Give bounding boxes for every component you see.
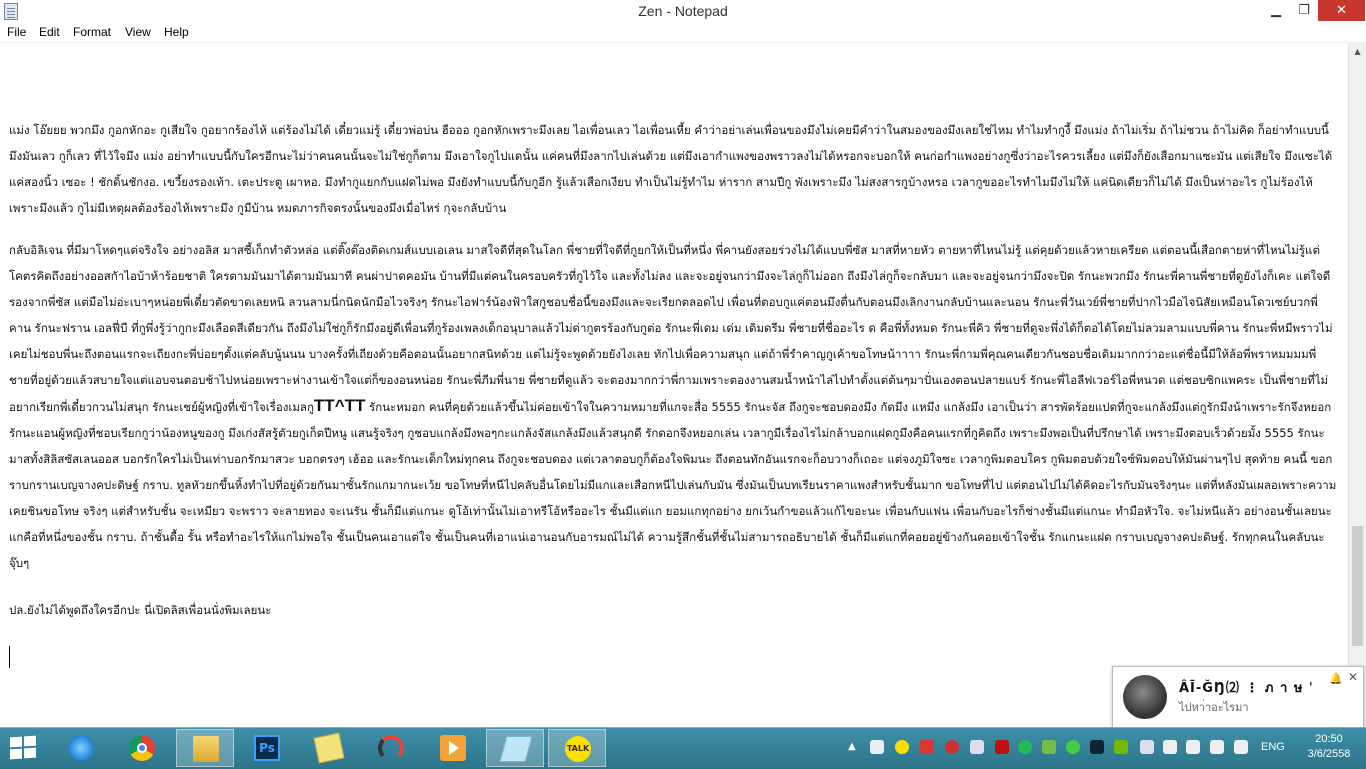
language-indicator[interactable]: ENG: [1261, 741, 1285, 753]
menu-view[interactable]: View: [125, 25, 151, 39]
tray-app-icon-dark[interactable]: [1090, 740, 1104, 754]
nvidia-tray-icon[interactable]: [1114, 740, 1128, 754]
close-button[interactable]: ✕: [1318, 0, 1365, 21]
clock-time: 20:50: [1315, 733, 1343, 745]
text-editor[interactable]: แม่ง โอ๊ยยย พวกมึง กูอกหักอะ กูเสียใจ กู…: [0, 43, 1348, 727]
tray-app-icon-green[interactable]: [1042, 740, 1056, 754]
notepad-icon: [499, 736, 533, 762]
action-center-icon[interactable]: [1163, 740, 1177, 754]
paragraph-2-text: กลับอิลิเจน ที่มีมาโหดๆแต่จริงใจ อย่างอล…: [9, 243, 1333, 414]
volume-icon[interactable]: [1234, 740, 1248, 754]
photoshop-icon: Ps: [254, 735, 280, 761]
clock-date: 3/6/2558: [1307, 748, 1351, 760]
taskbar-file-explorer[interactable]: [176, 729, 234, 767]
tray-app-icon-red[interactable]: [945, 740, 959, 754]
sticky-notes-icon: [313, 732, 345, 764]
paragraph-1: แม่ง โอ๊ยยย พวกมึง กูอกหักอะ กูเสียใจ กู…: [9, 123, 1333, 215]
folder-icon: [193, 736, 219, 762]
paragraph-3: ปล.ยังไม่ได้พูดถึงใครอีกปะ นี่เปิดลิสเพื…: [9, 603, 272, 617]
line-tray-icon[interactable]: [1066, 740, 1080, 754]
taskbar-media-player[interactable]: [424, 729, 482, 767]
notification-message: ไปหา่าอะไรมา: [1179, 701, 1249, 714]
menu-format[interactable]: Format: [73, 25, 111, 39]
power-icon[interactable]: [1186, 740, 1200, 754]
scroll-thumb[interactable]: [1352, 526, 1363, 646]
paragraph-2: กลับอิลิเจน ที่มีมาโหดๆแต่จริงใจ อย่างอล…: [9, 237, 1337, 576]
taskbar-photoshop[interactable]: Ps: [238, 729, 296, 767]
kakaotalk-icon: TALK: [565, 736, 591, 762]
tray-overflow-button[interactable]: ▲: [848, 741, 856, 752]
antivirus-tray-icon[interactable]: [920, 740, 934, 754]
vertical-scrollbar[interactable]: ▲ ▼: [1348, 43, 1366, 727]
green-tray-icon[interactable]: [1018, 740, 1032, 754]
emote-text: TT^TT: [313, 396, 366, 415]
media-player-icon: [440, 735, 466, 761]
taskbar-kakaotalk[interactable]: TALK: [548, 729, 606, 767]
window-title: Zen - Notepad: [638, 3, 728, 19]
tray-app-icon[interactable]: [870, 740, 884, 754]
internet-explorer-icon: [68, 735, 94, 761]
arc-app-icon: [378, 735, 404, 761]
chrome-icon: [129, 735, 155, 761]
windows-logo-icon: [10, 736, 22, 748]
taskbar: Ps TALK ▲ ENG 20:50 3/6/2558: [0, 727, 1366, 769]
taskbar-notepad[interactable]: [486, 729, 544, 767]
taskbar-internet-explorer[interactable]: [52, 729, 110, 767]
tray-app-icon-gray[interactable]: [970, 740, 984, 754]
paragraph-2-continuation: รักนะหมอก คนที่คุยด้วยแล้วขึ้นไม่ค่อยเข้…: [9, 400, 1337, 570]
adobe-tray-icon[interactable]: [995, 740, 1009, 754]
title-bar[interactable]: Zen - Notepad ▁ ❐ ✕: [0, 0, 1366, 25]
maximize-button[interactable]: ❐: [1291, 0, 1317, 21]
sender-name: ÂĪ-ĞŊ⑵ ⋮ ภ า ษ ˈ: [1179, 681, 1314, 696]
avatar: [1123, 675, 1167, 719]
menu-help[interactable]: Help: [164, 25, 189, 39]
menu-file[interactable]: File: [7, 25, 26, 39]
chat-tray-icon[interactable]: [895, 740, 909, 754]
menu-edit[interactable]: Edit: [39, 25, 60, 39]
minimize-button[interactable]: ▁: [1262, 0, 1290, 21]
bell-icon[interactable]: 🔔: [1329, 672, 1343, 685]
taskbar-chrome[interactable]: [113, 729, 171, 767]
network-tray-icon[interactable]: [1140, 740, 1154, 754]
scroll-up-arrow[interactable]: ▲: [1349, 43, 1366, 60]
windows-start-button[interactable]: [10, 735, 38, 761]
chat-notification[interactable]: ÂĪ-ĞŊ⑵ ⋮ ภ า ษ ˈ ไปหา่าอะไรมา 🔔 ✕: [1112, 666, 1364, 728]
taskbar-arc-app[interactable]: [362, 729, 420, 767]
text-caret: [9, 646, 10, 668]
close-notification-button[interactable]: ✕: [1348, 670, 1358, 684]
clock[interactable]: 20:50 3/6/2558: [1300, 732, 1358, 762]
menu-bar: File Edit Format View Help: [0, 24, 1366, 43]
wifi-icon[interactable]: [1210, 740, 1224, 754]
taskbar-sticky-notes[interactable]: [300, 729, 358, 767]
